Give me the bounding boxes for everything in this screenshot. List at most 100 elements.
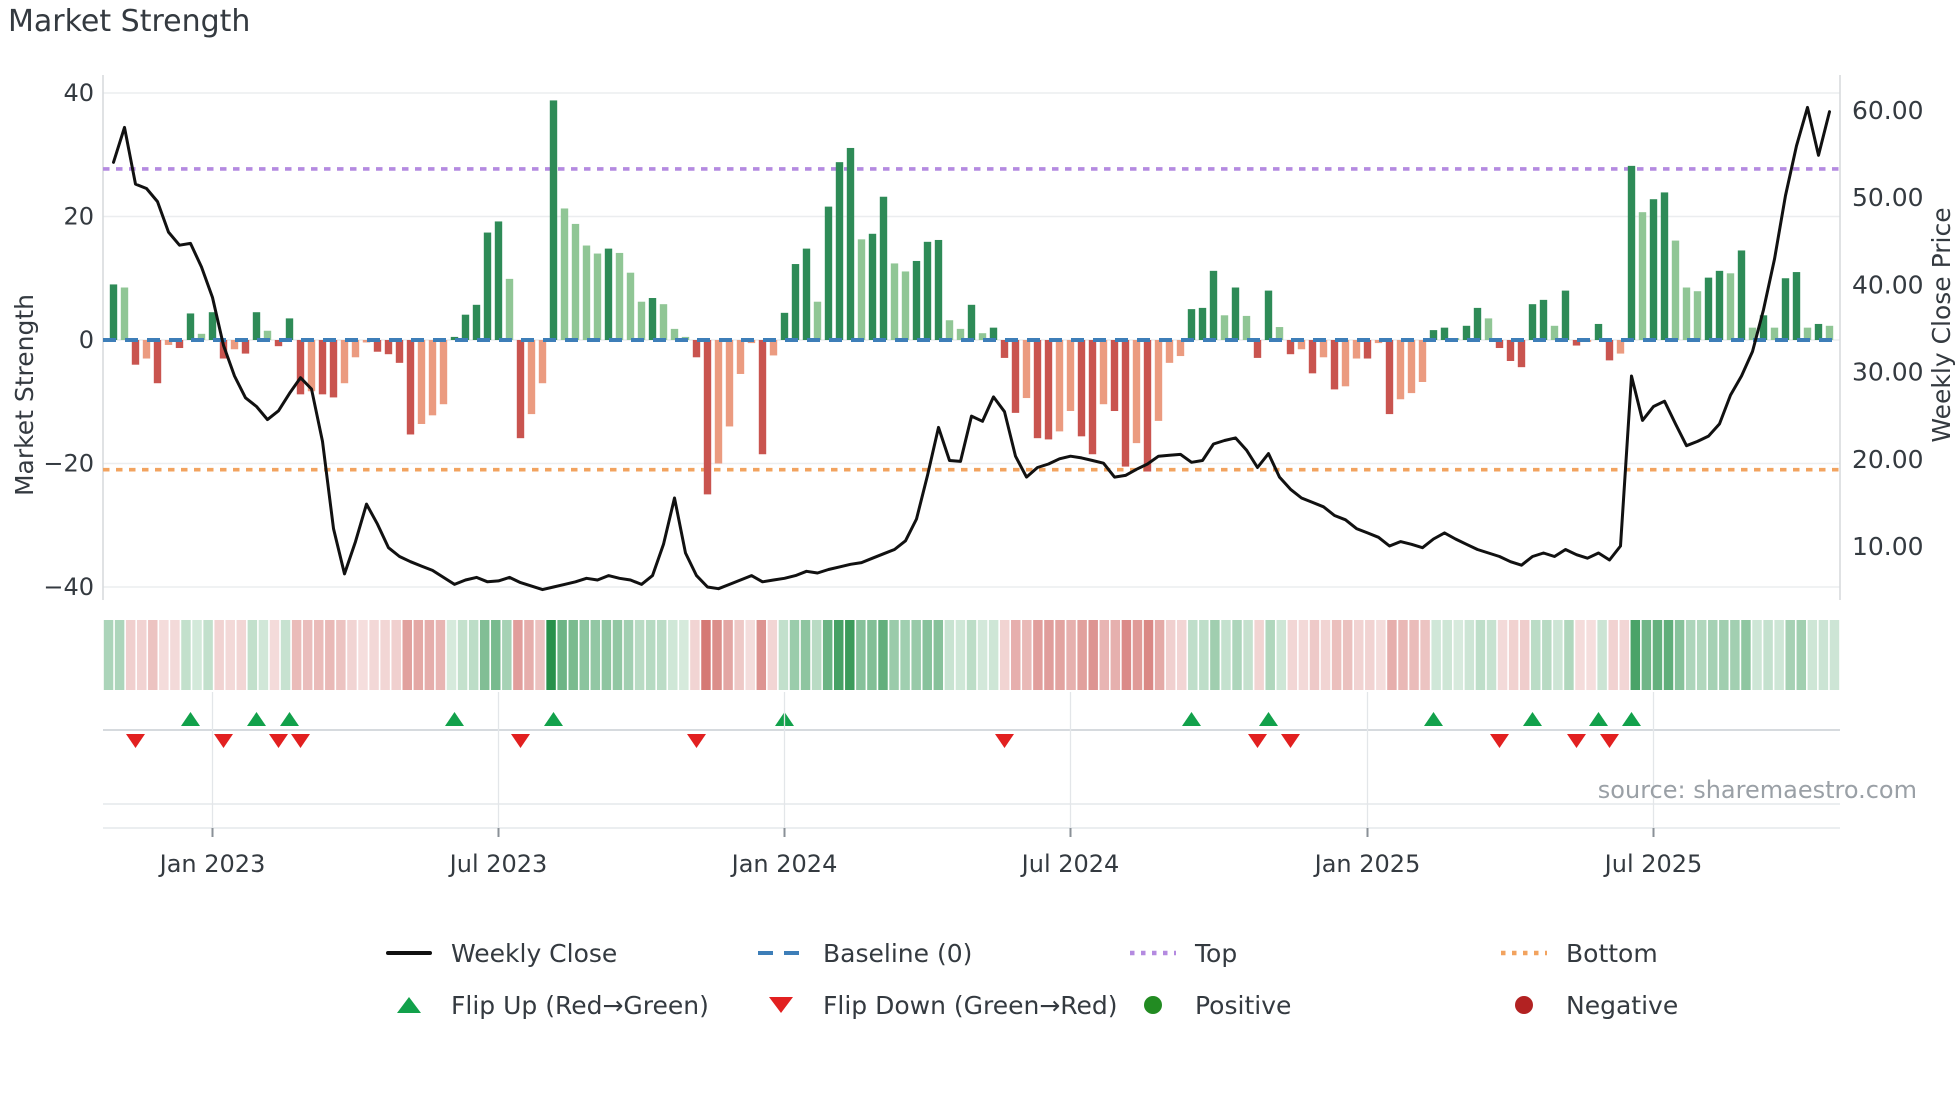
heat-cell (181, 620, 191, 690)
left-axis-title: Market Strength (10, 293, 39, 497)
heat-cell (1453, 620, 1464, 690)
heat-cell (1730, 620, 1740, 690)
strength-bar (571, 223, 580, 340)
strength-bar (1253, 340, 1262, 358)
heat-cell (1553, 620, 1563, 690)
heat-cell (612, 620, 623, 690)
flip-up-marker (544, 712, 563, 726)
heat-cell (1298, 620, 1309, 690)
heat-cell (878, 620, 888, 690)
flip-up-marker (181, 712, 200, 726)
heat-cell (1254, 620, 1264, 690)
flip-down-marker (1567, 734, 1586, 748)
legend-flip-down: Flip Down (Green→Red) (755, 988, 1118, 1022)
heat-cell (1696, 620, 1707, 690)
heat-cell (822, 620, 833, 690)
flip-up-icon (383, 997, 435, 1013)
flip-down-marker (214, 734, 233, 748)
bottom-dotted-swatch (1498, 946, 1550, 960)
heat-cell (402, 620, 412, 690)
x-tick-label: Jan 2025 (1313, 850, 1421, 878)
heat-cell (369, 620, 379, 690)
strength-bar (296, 340, 305, 395)
heat-cell (1398, 620, 1408, 690)
strength-bar (1242, 315, 1251, 340)
strength-bar (527, 340, 536, 415)
heat-cell (1420, 620, 1430, 690)
heat-cell (491, 620, 501, 690)
strength-bar (1385, 340, 1394, 415)
heat-cell (479, 620, 490, 690)
heat-cell (1829, 620, 1840, 690)
strength-bar (1352, 340, 1361, 359)
heat-cell (911, 620, 921, 690)
heat-cell (1342, 620, 1353, 690)
heat-cell (358, 620, 368, 690)
strength-bar (725, 340, 734, 427)
strength-bar (1814, 323, 1823, 340)
strength-bar (626, 272, 635, 340)
flip-up-marker (1622, 712, 1641, 726)
strength-bar (945, 320, 954, 340)
strength-bar (549, 100, 558, 340)
heat-cell (1199, 620, 1209, 690)
left-tick-label: 0 (79, 326, 94, 354)
strength-bar (1396, 340, 1405, 400)
legend-negative: Negative (1498, 988, 1678, 1022)
weekly-close-line (112, 105, 1831, 592)
strength-bar (307, 340, 316, 392)
strength-bar (1594, 323, 1603, 340)
strength-bar (1671, 240, 1680, 340)
heat-cell (1464, 620, 1475, 690)
strength-bar (846, 147, 855, 340)
strength-bar (1341, 340, 1350, 387)
heat-cell (1110, 620, 1121, 690)
heat-cell (767, 620, 778, 690)
strength-bar (582, 245, 591, 340)
heat-cell (1575, 620, 1585, 690)
heat-cell (1486, 620, 1497, 690)
strength-bar (879, 196, 888, 340)
heat-cell (170, 620, 180, 690)
strength-bar (813, 301, 822, 340)
flip-down-marker (995, 734, 1014, 748)
strength-bar (439, 340, 448, 405)
heat-cell (1652, 620, 1663, 690)
flip-up-marker (1589, 712, 1608, 726)
heat-cell (922, 620, 932, 690)
strength-bar (1055, 340, 1064, 432)
strength-bar (109, 284, 118, 340)
heat-cell (1022, 620, 1032, 690)
heat-cell (1066, 620, 1076, 690)
legend-label: Bottom (1566, 938, 1658, 968)
strength-bar (857, 239, 866, 340)
strength-bar (868, 233, 877, 340)
strength-bar (1209, 270, 1218, 340)
strength-bar (1539, 299, 1548, 340)
heat-cell (225, 620, 235, 690)
strength-bar (208, 312, 217, 340)
heat-cell (933, 620, 944, 690)
heat-cell (336, 620, 346, 690)
heat-cell (1210, 620, 1220, 690)
legend-baseline: Baseline (0) (755, 936, 972, 970)
heat-cell (325, 620, 335, 690)
strength-bar (142, 340, 151, 359)
strength-bar (593, 253, 602, 340)
strength-bar (780, 312, 789, 340)
heat-cell (1243, 620, 1253, 690)
heat-cell (756, 620, 767, 690)
heat-cell (1542, 620, 1552, 690)
heat-cell (380, 620, 390, 690)
heat-cell (1663, 620, 1674, 690)
strength-bar (1011, 340, 1020, 413)
heat-cell (1088, 620, 1098, 690)
strength-bar (934, 239, 943, 340)
flip-up-marker (1424, 712, 1443, 726)
strength-bar (1627, 165, 1636, 340)
strength-bar (1165, 340, 1174, 363)
strength-bar (538, 340, 547, 384)
heat-cell (845, 620, 855, 690)
heat-cell (1630, 620, 1641, 690)
heat-cell (977, 620, 988, 690)
